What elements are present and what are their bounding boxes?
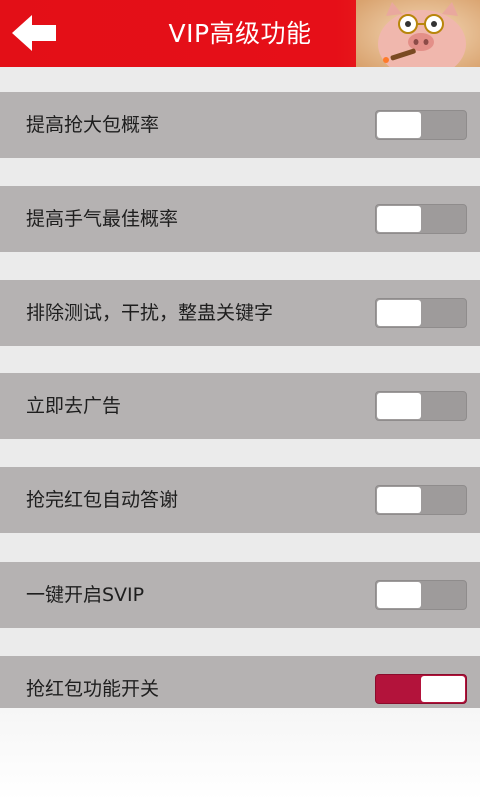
bottom-area [0, 708, 480, 800]
toggle-switch[interactable] [375, 485, 467, 515]
setting-label: 立即去广告 [26, 395, 122, 417]
toggle-switch[interactable] [375, 110, 467, 140]
toggle-switch[interactable] [375, 204, 467, 234]
toggle-switch[interactable] [375, 391, 467, 421]
toggle-knob [421, 676, 465, 702]
setting-label: 排除测试，干扰，整蛊关键字 [26, 302, 274, 324]
setting-row-big-packet[interactable]: 提高抢大包概率 [0, 92, 480, 158]
setting-row-remove-ads[interactable]: 立即去广告 [0, 373, 480, 439]
toggle-switch[interactable] [375, 298, 467, 328]
toggle-knob [377, 206, 421, 232]
pig-avatar-icon [356, 0, 480, 67]
setting-label: 提高抢大包概率 [26, 114, 160, 136]
toggle-knob [377, 112, 421, 138]
toggle-switch[interactable] [375, 580, 467, 610]
toggle-knob [377, 393, 421, 419]
toggle-knob [377, 300, 421, 326]
setting-row-auto-thanks[interactable]: 抢完红包自动答谢 [0, 467, 480, 533]
setting-row-best-luck[interactable]: 提高手气最佳概率 [0, 186, 480, 252]
toggle-knob [377, 487, 421, 513]
setting-label: 一键开启SVIP [26, 584, 145, 606]
toggle-switch[interactable] [375, 674, 467, 704]
setting-row-svip[interactable]: 一键开启SVIP [0, 562, 480, 628]
setting-row-exclude-keywords[interactable]: 排除测试，干扰，整蛊关键字 [0, 280, 480, 346]
setting-label: 抢完红包自动答谢 [26, 489, 179, 511]
setting-label: 提高手气最佳概率 [26, 208, 179, 230]
toggle-knob [377, 582, 421, 608]
settings-list: 提高抢大包概率 提高手气最佳概率 排除测试，干扰，整蛊关键字 立即去广告 抢完红… [0, 67, 480, 800]
header-bar: VIP高级功能 [0, 0, 480, 67]
